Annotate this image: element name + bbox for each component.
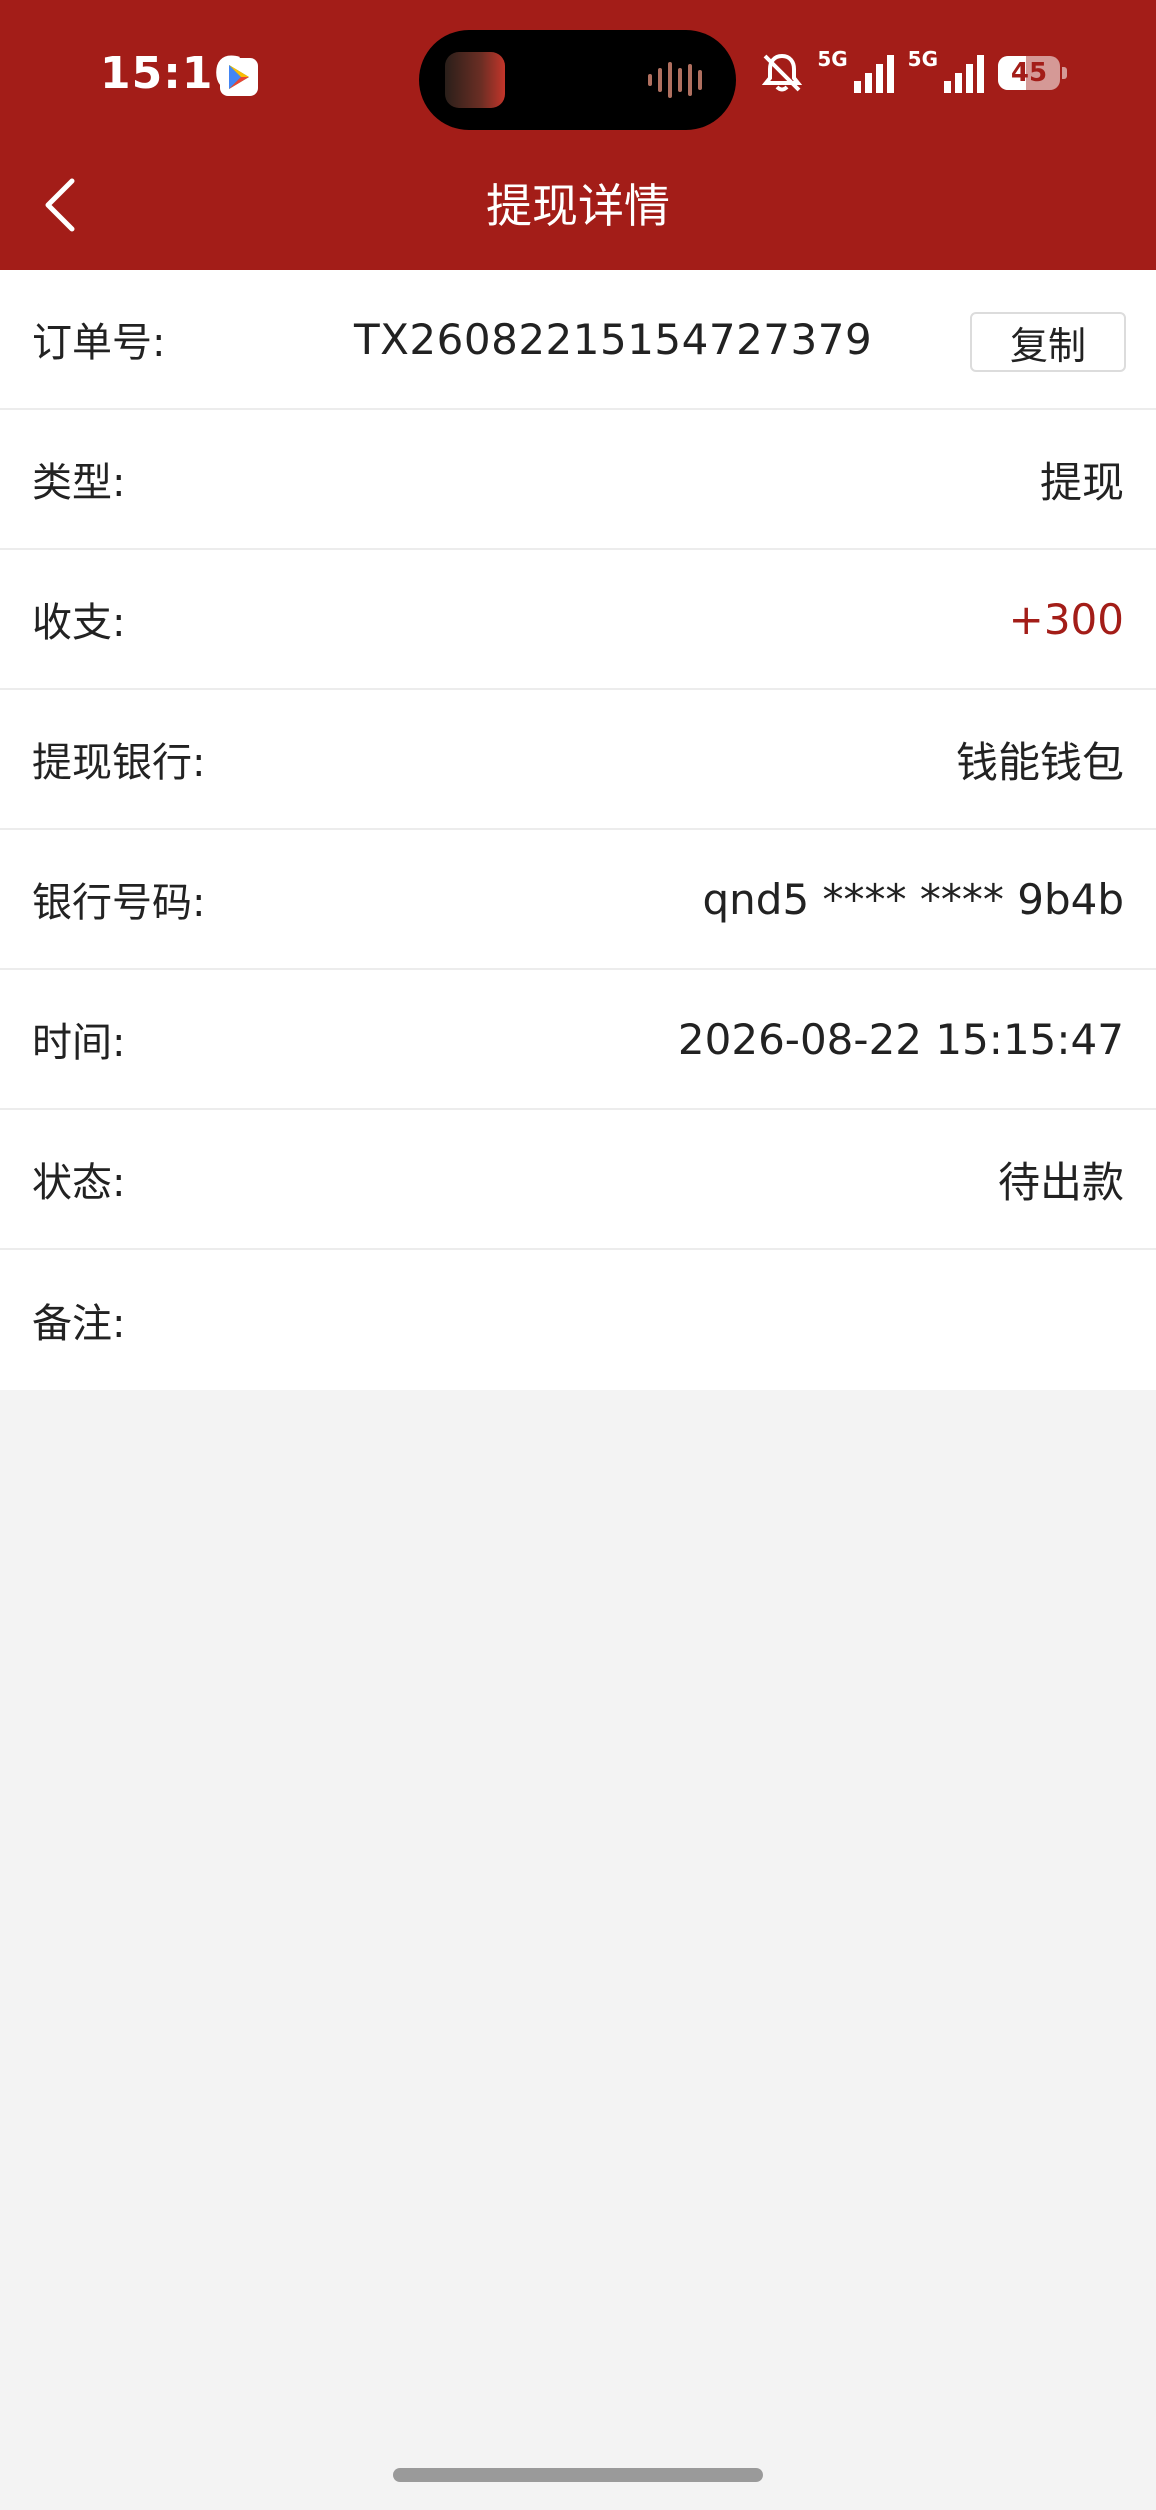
amount-label: 收支: [32, 600, 126, 646]
detail-row-account: 银行号码: qnd5 **** **** 9b4b [0, 830, 1156, 970]
media-thumbnail [445, 52, 505, 108]
detail-row-remark: 备注: [0, 1250, 1156, 1390]
network-label-2: 5G [907, 47, 938, 71]
page-title: 提现详情 [486, 179, 670, 233]
network-label-1: 5G [817, 47, 848, 71]
bank-value: 钱能钱包 [955, 737, 1124, 787]
mute-bell-icon [762, 53, 803, 92]
status-label: 状态: [32, 1160, 126, 1206]
amount-value: +300 [1008, 594, 1124, 644]
detail-row-order: 订单号: TX26082215154727379 复制 [0, 270, 1156, 410]
time-label: 时间: [32, 1020, 126, 1066]
signal-icon-1 [853, 55, 894, 93]
detail-row-time: 时间: 2026-08-22 15:15:47 [0, 970, 1156, 1110]
time-value: 2026-08-22 15:15:47 [677, 1014, 1124, 1064]
account-value: qnd5 **** **** 9b4b [702, 874, 1124, 924]
remark-label: 备注: [32, 1301, 126, 1347]
detail-row-status: 状态: 待出款 [0, 1110, 1156, 1250]
order-label: 订单号: [32, 320, 166, 366]
type-value: 提现 [1039, 457, 1124, 507]
home-indicator[interactable] [393, 2468, 763, 2482]
audio-wave-icon [648, 62, 702, 98]
copy-button[interactable]: 复制 [970, 312, 1126, 372]
account-label: 银行号码: [32, 880, 206, 926]
detail-row-type: 类型: 提现 [0, 410, 1156, 550]
status-value: 待出款 [997, 1157, 1124, 1207]
dynamic-island [419, 30, 736, 130]
bank-label: 提现银行: [32, 740, 206, 786]
signal-icon-2 [944, 55, 984, 93]
battery-level: 45 [1010, 58, 1048, 88]
status-icons: 5G 5G 45 [759, 47, 1067, 96]
play-store-icon [220, 58, 258, 96]
withdraw-detail-list: 订单号: TX26082215154727379 复制 类型: 提现 收支: +… [0, 270, 1156, 1390]
detail-row-bank: 提现银行: 钱能钱包 [0, 690, 1156, 830]
order-number: TX26082215154727379 [354, 314, 873, 364]
detail-row-amount: 收支: +300 [0, 550, 1156, 690]
app-header: 15:16 5G 5G 45 提现详情 [0, 0, 1156, 270]
type-label: 类型: [32, 460, 126, 506]
battery-indicator: 45 [998, 56, 1067, 90]
